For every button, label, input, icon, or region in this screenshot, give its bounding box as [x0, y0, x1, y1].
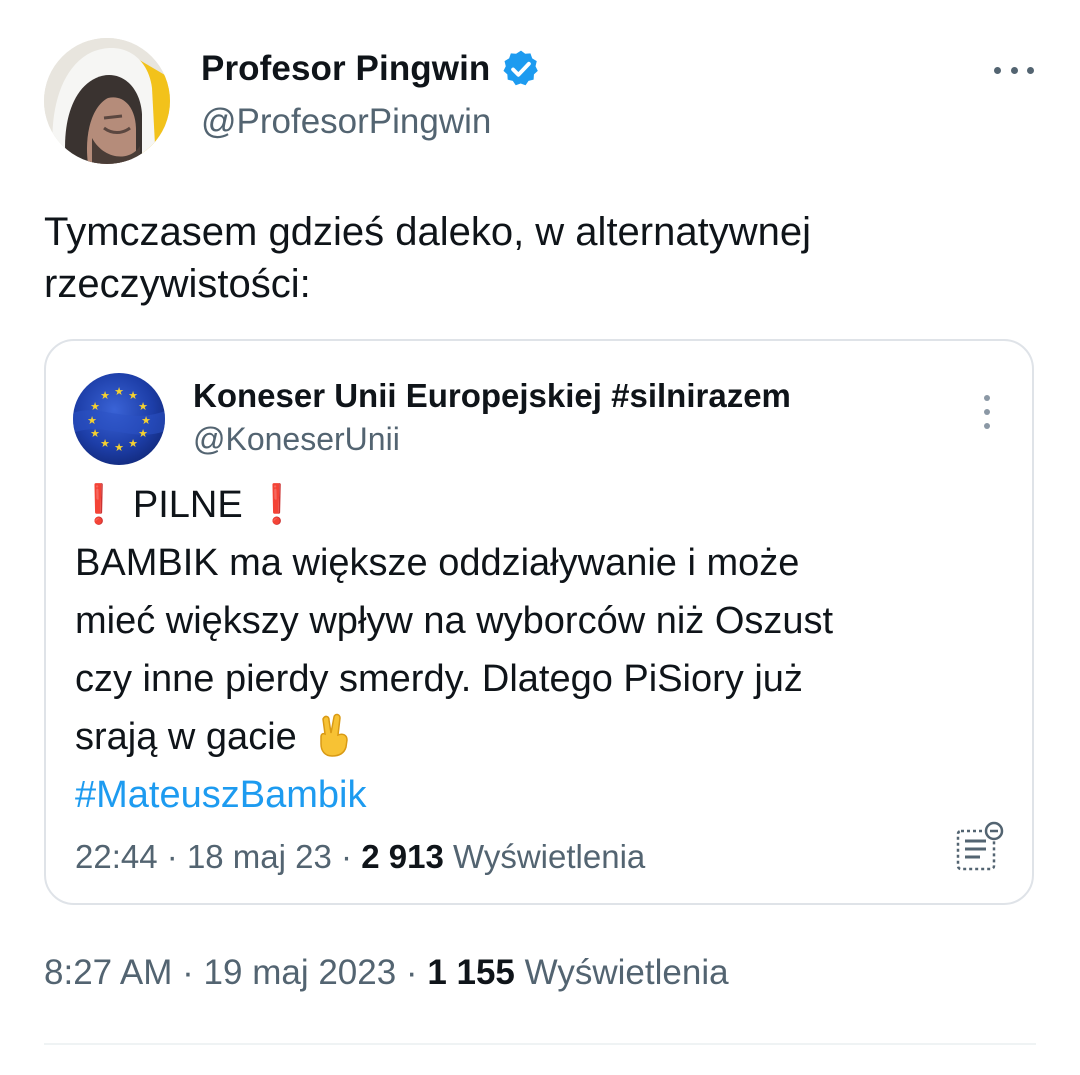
svg-text:★: ★ — [138, 427, 148, 440]
quoted-tweet-card[interactable]: ★ ★ ★ ★ ★ ★ ★ ★ ★ ★ ★ ★ Koneser Unii Eur… — [44, 339, 1034, 905]
svg-text:★: ★ — [114, 385, 124, 398]
quoted-text-last: srają w gacie — [75, 716, 297, 758]
views-label: Wyświetlenia — [524, 953, 729, 992]
tweet-text-line: rzeczywistości: — [44, 262, 311, 306]
tweet-text: Tymczasem gdzieś daleko, w alternatywnej… — [44, 206, 1034, 310]
views-count: 1 155 — [427, 953, 515, 992]
hashtag-link[interactable]: #MateuszBambik — [75, 766, 1015, 824]
separator-dot: · — [166, 838, 178, 875]
svg-text:★: ★ — [90, 427, 100, 440]
svg-text:★: ★ — [128, 437, 138, 450]
separator-dot: · — [341, 838, 353, 875]
separator-dot: · — [182, 953, 194, 992]
svg-text:★: ★ — [100, 389, 110, 402]
quoted-text-line: mieć większy wpływ na wyborców niż Oszus… — [75, 600, 834, 642]
quoted-author-handle[interactable]: @KoneserUnii — [193, 421, 400, 458]
svg-text:★: ★ — [90, 400, 100, 413]
quoted-text-line: srają w gacie — [75, 708, 1015, 766]
svg-text:★: ★ — [141, 414, 151, 427]
tweet-date[interactable]: 19 maj 2023 — [204, 953, 397, 992]
svg-text:★: ★ — [138, 400, 148, 413]
svg-text:★: ★ — [114, 441, 124, 454]
exclamation-icon: ❗ — [253, 484, 301, 526]
quoted-text-line: czy inne pierdy smerdy. Dlatego PiSiory … — [75, 658, 803, 700]
quoted-views-count: 2 913 — [361, 838, 444, 875]
victory-hand-emoji-icon — [313, 713, 353, 757]
quoted-author-name[interactable]: Koneser Unii Europejskiej #silnirazem — [193, 377, 791, 415]
quoted-date[interactable]: 18 maj 23 — [187, 838, 332, 875]
alert-word: PILNE — [132, 484, 243, 526]
quoted-time[interactable]: 22:44 — [75, 838, 158, 875]
tweet-time[interactable]: 8:27 AM — [44, 953, 172, 992]
svg-text:★: ★ — [87, 414, 97, 427]
divider — [44, 1043, 1036, 1045]
author-name[interactable]: Profesor Pingwin — [201, 48, 542, 90]
document-lines-icon[interactable] — [950, 819, 1006, 875]
quoted-text-line: BAMBIK ma większe oddziaływanie i może — [75, 542, 800, 584]
quoted-tweet-text: ❗ PILNE ❗ BAMBIK ma większe oddziaływani… — [75, 476, 1015, 824]
more-vertical-icon[interactable] — [984, 395, 992, 429]
quoted-tweet-meta: 22:44 · 18 maj 23 · 2 913 Wyświetlenia — [75, 838, 645, 876]
quoted-views-label: Wyświetlenia — [452, 838, 646, 875]
quoted-author-avatar[interactable]: ★ ★ ★ ★ ★ ★ ★ ★ ★ ★ ★ ★ — [73, 373, 165, 465]
alert-line: ❗ PILNE ❗ — [75, 476, 1015, 534]
tweet-text-line: Tymczasem gdzieś daleko, w alternatywnej — [44, 210, 811, 254]
svg-text:★: ★ — [100, 437, 110, 450]
svg-text:★: ★ — [128, 389, 138, 402]
tweet-meta: 8:27 AM · 19 maj 2023 · 1 155 Wyświetlen… — [44, 953, 729, 993]
author-name-text[interactable]: Profesor Pingwin — [201, 49, 490, 89]
verified-badge-icon[interactable] — [500, 48, 542, 90]
author-avatar[interactable] — [44, 38, 170, 164]
separator-dot: · — [405, 953, 418, 992]
more-horizontal-icon[interactable] — [994, 60, 1034, 80]
author-handle[interactable]: @ProfesorPingwin — [201, 102, 491, 142]
exclamation-icon: ❗ — [75, 484, 123, 526]
